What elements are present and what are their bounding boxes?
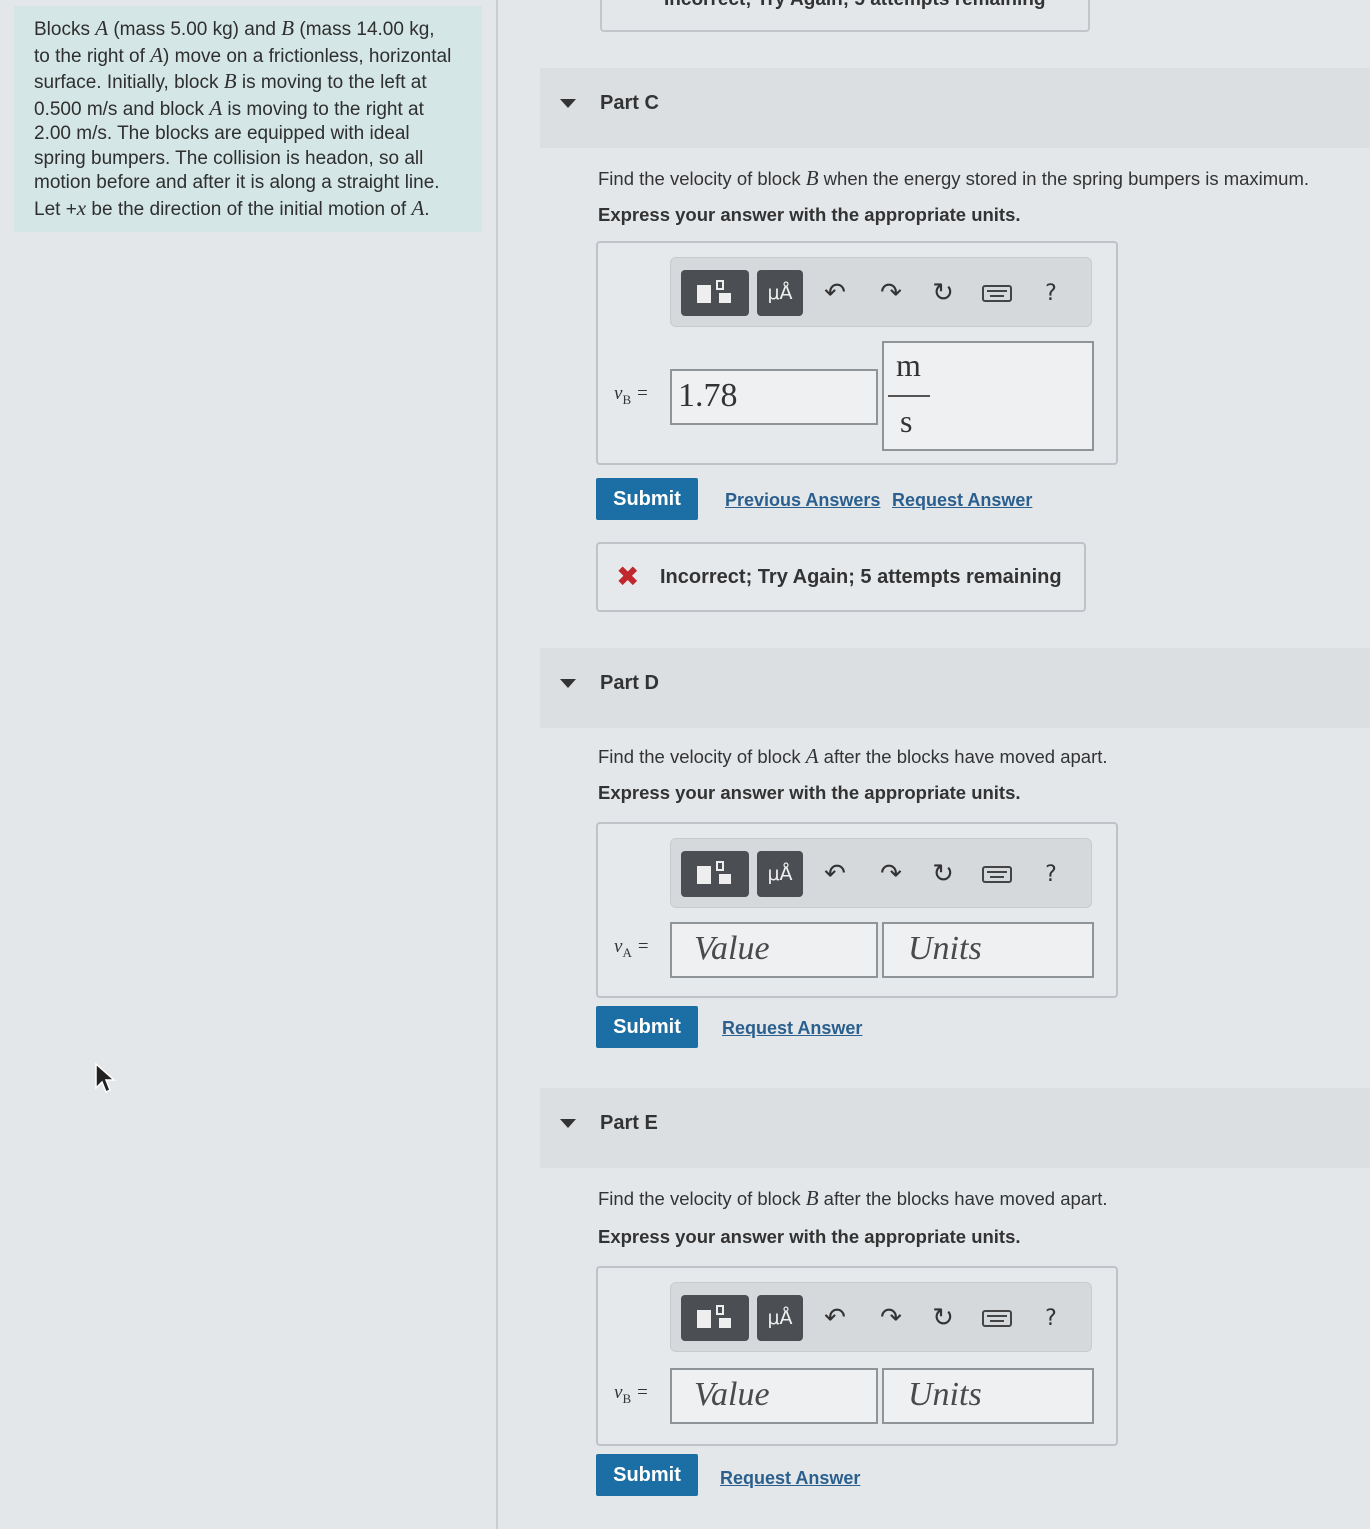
problem-line: Let +x be the direction of the initial m… <box>34 195 430 220</box>
submit-button[interactable]: Submit <box>596 1454 698 1496</box>
answer-box: μÅ ↶ ↷ ↻ ? vB = 1.78 m s <box>596 241 1118 465</box>
problem-line: 2.00 m/s. The blocks are equipped with i… <box>34 123 410 144</box>
part-title: Part E <box>600 1112 658 1134</box>
part-title: Part D <box>600 672 659 694</box>
collapse-triangle-icon[interactable] <box>560 1119 576 1128</box>
problem-line: spring bumpers. The collision is headon,… <box>34 147 424 169</box>
units-denominator: s <box>900 403 913 439</box>
variable-label: vB = <box>614 383 649 407</box>
fraction-bar <box>888 395 930 397</box>
templates-icon <box>697 861 731 884</box>
instruction-text: Express your answer with the appropriate… <box>598 204 1021 225</box>
problem-line: to the right of A) move on a frictionles… <box>34 42 452 67</box>
submit-button[interactable]: Submit <box>596 1006 698 1048</box>
units-input[interactable]: Units <box>882 1368 1094 1424</box>
keyboard-icon[interactable] <box>981 1301 1013 1335</box>
problem-statement: Blocks A (mass 5.00 kg) and B (mass 14.0… <box>14 6 482 232</box>
collapse-triangle-icon[interactable] <box>560 679 576 688</box>
help-button[interactable]: ? <box>1035 1301 1067 1335</box>
part-d-header[interactable]: Part D <box>540 648 1370 728</box>
feedback-message: Incorrect; Try Again; 5 attempts remaini… <box>660 566 1062 588</box>
undo-icon[interactable]: ↶ <box>819 857 851 891</box>
question-text: Find the velocity of block A after the b… <box>598 744 1108 768</box>
question-text: Find the velocity of block B when the en… <box>598 166 1310 190</box>
part-e-section: Part E Find the velocity of block B afte… <box>540 1088 1370 1518</box>
part-e-header[interactable]: Part E <box>540 1088 1370 1168</box>
question-text: Find the velocity of block B after the b… <box>598 1186 1108 1210</box>
previous-part-feedback: Incorrect; Try Again; 5 attempts remaini… <box>600 0 1090 32</box>
templates-button[interactable] <box>681 270 749 316</box>
units-button[interactable]: μÅ <box>757 851 803 897</box>
help-button[interactable]: ? <box>1035 857 1067 891</box>
templates-button[interactable] <box>681 851 749 897</box>
units-numerator: m <box>896 347 921 383</box>
value-input[interactable]: Value <box>670 922 878 978</box>
problem-line: Blocks A (mass 5.00 kg) and B (mass 14.0… <box>34 16 435 40</box>
part-c-section: Part C Find the velocity of block B when… <box>540 68 1370 628</box>
value-input[interactable]: Value <box>670 1368 878 1424</box>
units-button[interactable]: μÅ <box>757 270 803 316</box>
undo-icon[interactable]: ↶ <box>819 1301 851 1335</box>
reset-icon[interactable]: ↻ <box>927 857 959 891</box>
templates-icon <box>697 280 731 303</box>
problem-line: 0.500 m/s and block A is moving to the r… <box>34 95 424 120</box>
undo-icon[interactable]: ↶ <box>819 276 851 310</box>
templates-icon <box>697 1305 731 1328</box>
instruction-text: Express your answer with the appropriate… <box>598 782 1021 803</box>
problem-column: Blocks A (mass 5.00 kg) and B (mass 14.0… <box>0 0 498 1529</box>
math-toolbar: μÅ ↶ ↷ ↻ ? <box>670 1282 1092 1352</box>
variable-label: vB = <box>614 1382 649 1406</box>
units-button[interactable]: μÅ <box>757 1295 803 1341</box>
request-answer-link[interactable]: Request Answer <box>722 1018 862 1039</box>
previous-answers-link[interactable]: Previous Answers <box>725 490 880 511</box>
part-title: Part C <box>600 92 659 114</box>
value-input[interactable]: 1.78 <box>670 369 878 425</box>
instruction-text: Express your answer with the appropriate… <box>598 1226 1021 1247</box>
units-input[interactable]: Units <box>882 922 1094 978</box>
problem-line: motion before and after it is along a st… <box>34 172 440 193</box>
submit-button[interactable]: Submit <box>596 478 698 520</box>
answer-box: μÅ ↶ ↷ ↻ ? vA = Value Units <box>596 822 1118 998</box>
keyboard-icon[interactable] <box>981 857 1013 891</box>
templates-button[interactable] <box>681 1295 749 1341</box>
math-toolbar: μÅ ↶ ↷ ↻ ? <box>670 838 1092 908</box>
collapse-triangle-icon[interactable] <box>560 99 576 108</box>
keyboard-icon[interactable] <box>981 276 1013 310</box>
help-button[interactable]: ? <box>1035 276 1067 310</box>
mouse-cursor-icon <box>95 1062 116 1094</box>
reset-icon[interactable]: ↻ <box>927 1301 959 1335</box>
units-input[interactable]: m s <box>882 341 1094 451</box>
redo-icon[interactable]: ↷ <box>875 1301 907 1335</box>
redo-icon[interactable]: ↷ <box>875 857 907 891</box>
variable-label: vA = <box>614 936 650 960</box>
error-x-icon: ✖ <box>616 560 640 593</box>
request-answer-link[interactable]: Request Answer <box>892 490 1032 511</box>
math-toolbar: μÅ ↶ ↷ ↻ ? <box>670 257 1092 327</box>
part-c-header[interactable]: Part C <box>540 68 1370 148</box>
redo-icon[interactable]: ↷ <box>875 276 907 310</box>
feedback-box: ✖ Incorrect; Try Again; 5 attempts remai… <box>596 542 1086 612</box>
part-d-section: Part D Find the velocity of block A afte… <box>540 648 1370 1068</box>
answer-box: μÅ ↶ ↷ ↻ ? vB = Value Units <box>596 1266 1118 1446</box>
request-answer-link[interactable]: Request Answer <box>720 1468 860 1489</box>
reset-icon[interactable]: ↻ <box>927 276 959 310</box>
problem-line: surface. Initially, block B is moving to… <box>34 69 427 93</box>
